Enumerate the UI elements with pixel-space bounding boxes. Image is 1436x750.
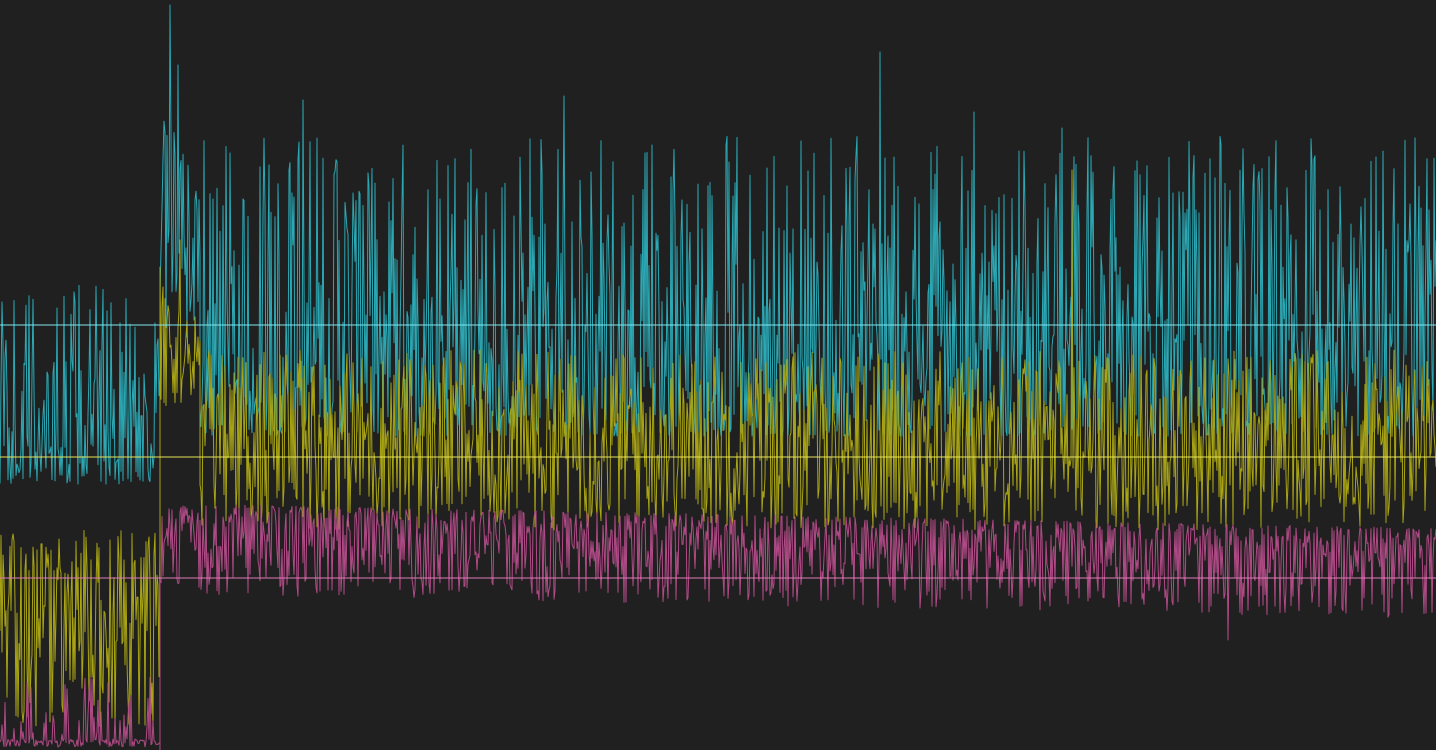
chart-svg (0, 0, 1436, 750)
waveform-chart (0, 0, 1436, 750)
